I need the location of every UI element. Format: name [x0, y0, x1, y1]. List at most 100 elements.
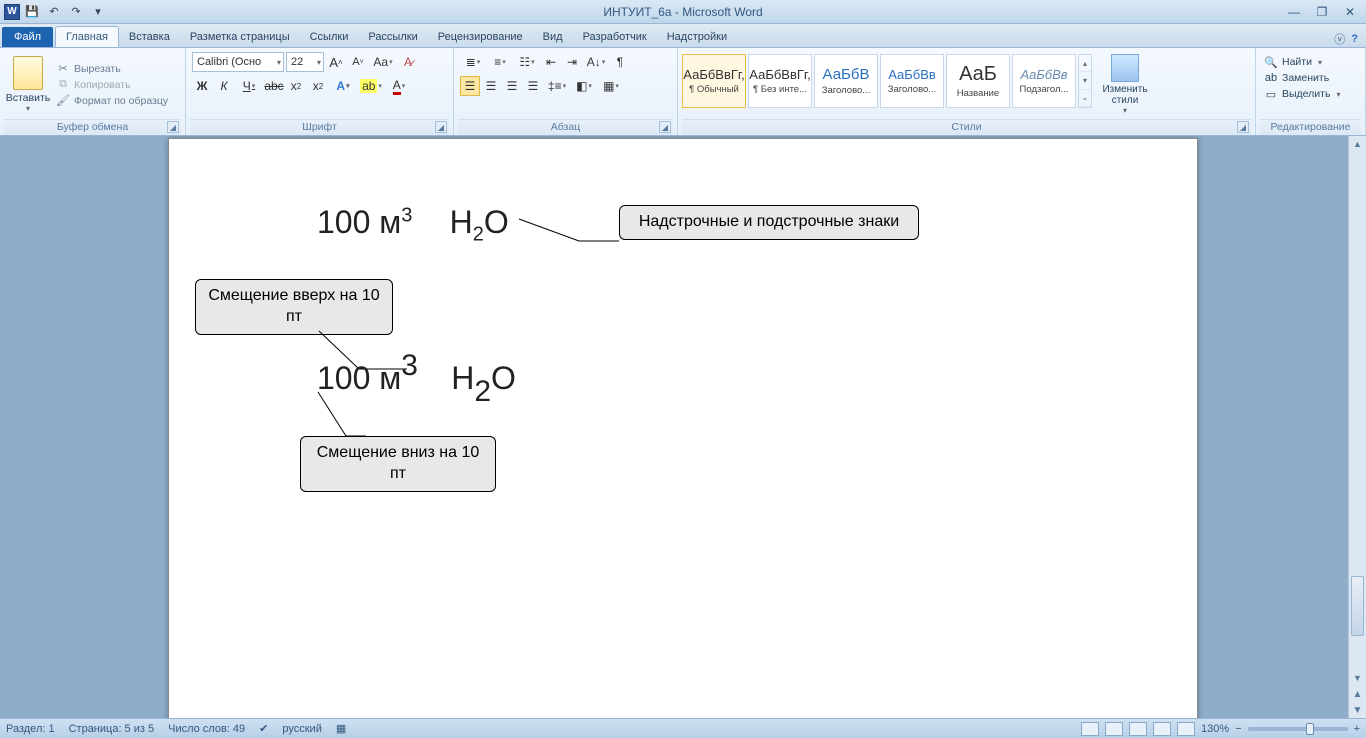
view-draft[interactable] [1177, 722, 1195, 736]
replace-button[interactable]: abЗаменить [1264, 70, 1357, 86]
change-case-button[interactable]: Aa [370, 52, 396, 72]
zoom-level[interactable]: 130% [1201, 723, 1229, 735]
line-spacing-button[interactable]: ‡≡ [544, 76, 570, 96]
superscript-button[interactable]: x2 [308, 76, 328, 96]
ribbon-tabs: Файл Главная Вставка Разметка страницы С… [0, 24, 1366, 48]
font-name-combo[interactable]: Calibri (Осно [192, 52, 284, 72]
paste-button[interactable]: Вставить [6, 92, 51, 104]
align-left-button[interactable]: ☰ [460, 76, 480, 96]
justify-button[interactable]: ☰ [523, 76, 543, 96]
style-heading2[interactable]: АаБбВвЗаголово... [880, 54, 944, 108]
font-dialog-launcher[interactable]: ◢ [435, 121, 447, 133]
find-button[interactable]: 🔍Найти▾ [1264, 54, 1357, 70]
decrease-indent-button[interactable]: ⇤ [541, 52, 561, 72]
style-heading1[interactable]: АаБбВЗаголово... [814, 54, 878, 108]
tab-home[interactable]: Главная [55, 26, 119, 47]
tab-insert[interactable]: Вставка [119, 27, 180, 47]
tab-view[interactable]: Вид [533, 27, 573, 47]
strikethrough-button[interactable]: abc [264, 76, 284, 96]
styles-dialog-launcher[interactable]: ◢ [1237, 121, 1249, 133]
zoom-out-button[interactable]: − [1235, 723, 1241, 735]
view-full-screen[interactable] [1105, 722, 1123, 736]
view-print-layout[interactable] [1081, 722, 1099, 736]
qat-save[interactable]: 💾 [22, 3, 42, 21]
ribbon-minimize-icon[interactable]: ⓥ [1334, 31, 1345, 47]
font-size-combo[interactable]: 22 [286, 52, 324, 72]
select-button[interactable]: ▭Выделить▾ [1264, 86, 1357, 102]
italic-button[interactable]: К [214, 76, 234, 96]
font-color-button[interactable]: A [386, 76, 412, 96]
status-words[interactable]: Число слов: 49 [168, 723, 245, 735]
help-icon[interactable]: ? [1351, 33, 1358, 45]
qat-undo[interactable]: ↶ [44, 3, 64, 21]
tab-file[interactable]: Файл [2, 27, 53, 47]
show-marks-button[interactable]: ¶ [610, 52, 630, 72]
bold-button[interactable]: Ж [192, 76, 212, 96]
tab-developer[interactable]: Разработчик [573, 27, 657, 47]
status-macro-icon[interactable]: ▦ [336, 722, 346, 735]
grow-font-button[interactable]: A˄ [326, 52, 346, 72]
subscript-button[interactable]: x2 [286, 76, 306, 96]
group-font-label: Шрифт◢ [190, 119, 449, 135]
increase-indent-button[interactable]: ⇥ [562, 52, 582, 72]
highlight-button[interactable]: ab [358, 76, 384, 96]
tab-mailings[interactable]: Рассылки [358, 27, 427, 47]
borders-button[interactable]: ▦ [598, 76, 624, 96]
view-outline[interactable] [1153, 722, 1171, 736]
next-page-button[interactable]: ▼ [1349, 702, 1366, 718]
status-section[interactable]: Раздел: 1 [6, 723, 55, 735]
find-icon: 🔍 [1264, 55, 1278, 69]
align-center-button[interactable]: ☰ [481, 76, 501, 96]
styles-gallery-more[interactable]: ▴▾⌄ [1078, 54, 1092, 108]
status-proofing-icon[interactable]: ✔ [259, 722, 268, 735]
zoom-slider-knob[interactable] [1306, 723, 1314, 735]
replace-icon: ab [1264, 71, 1278, 85]
scroll-up-arrow[interactable]: ▲ [1349, 136, 1366, 152]
paragraph-dialog-launcher[interactable]: ◢ [659, 121, 671, 133]
multilevel-button[interactable]: ☷ [514, 52, 540, 72]
status-bar: Раздел: 1 Страница: 5 из 5 Число слов: 4… [0, 718, 1366, 738]
format-painter-button[interactable]: 🖌Формат по образцу [56, 94, 168, 108]
numbering-button[interactable]: ≡ [487, 52, 513, 72]
clear-formatting-button[interactable]: A̷ [398, 52, 418, 72]
style-title[interactable]: АаБНазвание [946, 54, 1010, 108]
text-h2o-shift: H2O [451, 360, 516, 396]
style-normal[interactable]: АаБбВвГг,¶ Обычный [682, 54, 746, 108]
status-language[interactable]: русский [282, 723, 321, 735]
group-paragraph-label: Абзац◢ [458, 119, 673, 135]
change-styles-button[interactable]: Изменить стили ▾ [1098, 54, 1152, 115]
restore-button[interactable]: ❐ [1310, 4, 1334, 20]
text-effects-button[interactable]: A [330, 76, 356, 96]
shading-button[interactable]: ◧ [571, 76, 597, 96]
qat-redo[interactable]: ↷ [66, 3, 86, 21]
ribbon: Вставить ▾ ✂Вырезать ⧉Копировать 🖌Формат… [0, 48, 1366, 136]
paste-icon[interactable] [13, 56, 43, 90]
scroll-down-arrow[interactable]: ▼ [1349, 670, 1366, 686]
zoom-slider[interactable] [1248, 727, 1348, 731]
qat-customize[interactable]: ▾ [88, 3, 108, 21]
scroll-thumb[interactable] [1351, 576, 1364, 636]
sort-button[interactable]: A↓ [583, 52, 609, 72]
prev-page-button[interactable]: ▲ [1349, 686, 1366, 702]
minimize-button[interactable]: ― [1282, 4, 1306, 20]
copy-button[interactable]: ⧉Копировать [56, 78, 168, 92]
tab-references[interactable]: Ссылки [300, 27, 359, 47]
shrink-font-button[interactable]: A˅ [348, 52, 368, 72]
bullets-button[interactable]: ≣ [460, 52, 486, 72]
cut-button[interactable]: ✂Вырезать [56, 62, 168, 76]
select-icon: ▭ [1264, 87, 1278, 101]
view-web-layout[interactable] [1129, 722, 1147, 736]
clipboard-dialog-launcher[interactable]: ◢ [167, 121, 179, 133]
status-page[interactable]: Страница: 5 из 5 [69, 723, 155, 735]
tab-addins[interactable]: Надстройки [657, 27, 737, 47]
group-clipboard-label: Буфер обмена◢ [4, 119, 181, 135]
zoom-in-button[interactable]: + [1354, 723, 1360, 735]
style-subtitle[interactable]: АаБбВвПодзагол... [1012, 54, 1076, 108]
align-right-button[interactable]: ☰ [502, 76, 522, 96]
vertical-scrollbar[interactable]: ▲ ▼ ▲ ▼ [1348, 136, 1366, 718]
underline-button[interactable]: Ч [236, 76, 262, 96]
tab-page-layout[interactable]: Разметка страницы [180, 27, 300, 47]
style-no-spacing[interactable]: АаБбВвГг,¶ Без инте... [748, 54, 812, 108]
tab-review[interactable]: Рецензирование [428, 27, 533, 47]
close-button[interactable]: ✕ [1338, 4, 1362, 20]
